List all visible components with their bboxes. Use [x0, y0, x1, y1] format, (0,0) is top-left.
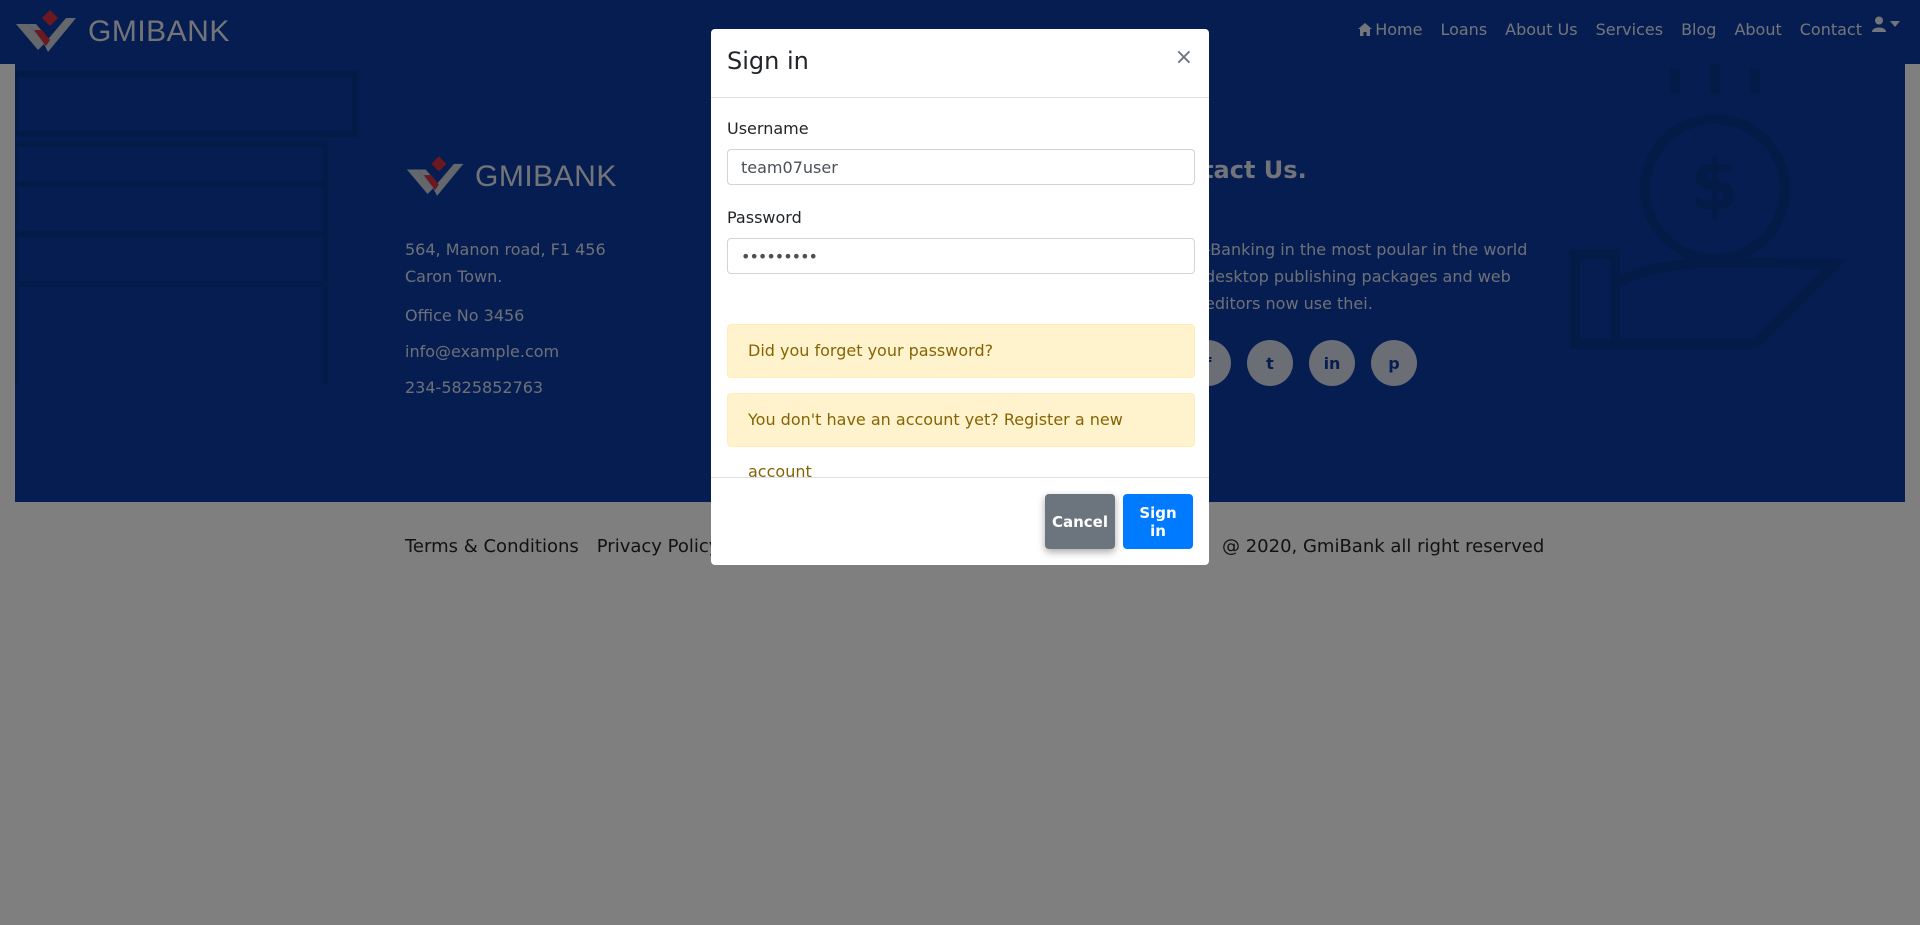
forgot-password-link[interactable]: Did you forget your password?: [727, 324, 1195, 378]
close-icon[interactable]: ×: [1175, 45, 1193, 70]
sign-in-button[interactable]: Sign in: [1123, 494, 1193, 549]
modal-header: Sign in ×: [711, 29, 1209, 98]
modal-title: Sign in: [727, 47, 809, 75]
password-input[interactable]: [727, 238, 1195, 274]
cancel-button[interactable]: Cancel: [1045, 494, 1115, 549]
register-link[interactable]: You don't have an account yet? Register …: [727, 393, 1195, 481]
username-input[interactable]: [727, 149, 1195, 185]
password-label: Password: [727, 208, 802, 227]
sign-in-modal: Sign in × Username Password Did you forg…: [711, 29, 1209, 565]
modal-footer: Cancel Sign in: [711, 477, 1209, 566]
username-label: Username: [727, 119, 809, 138]
